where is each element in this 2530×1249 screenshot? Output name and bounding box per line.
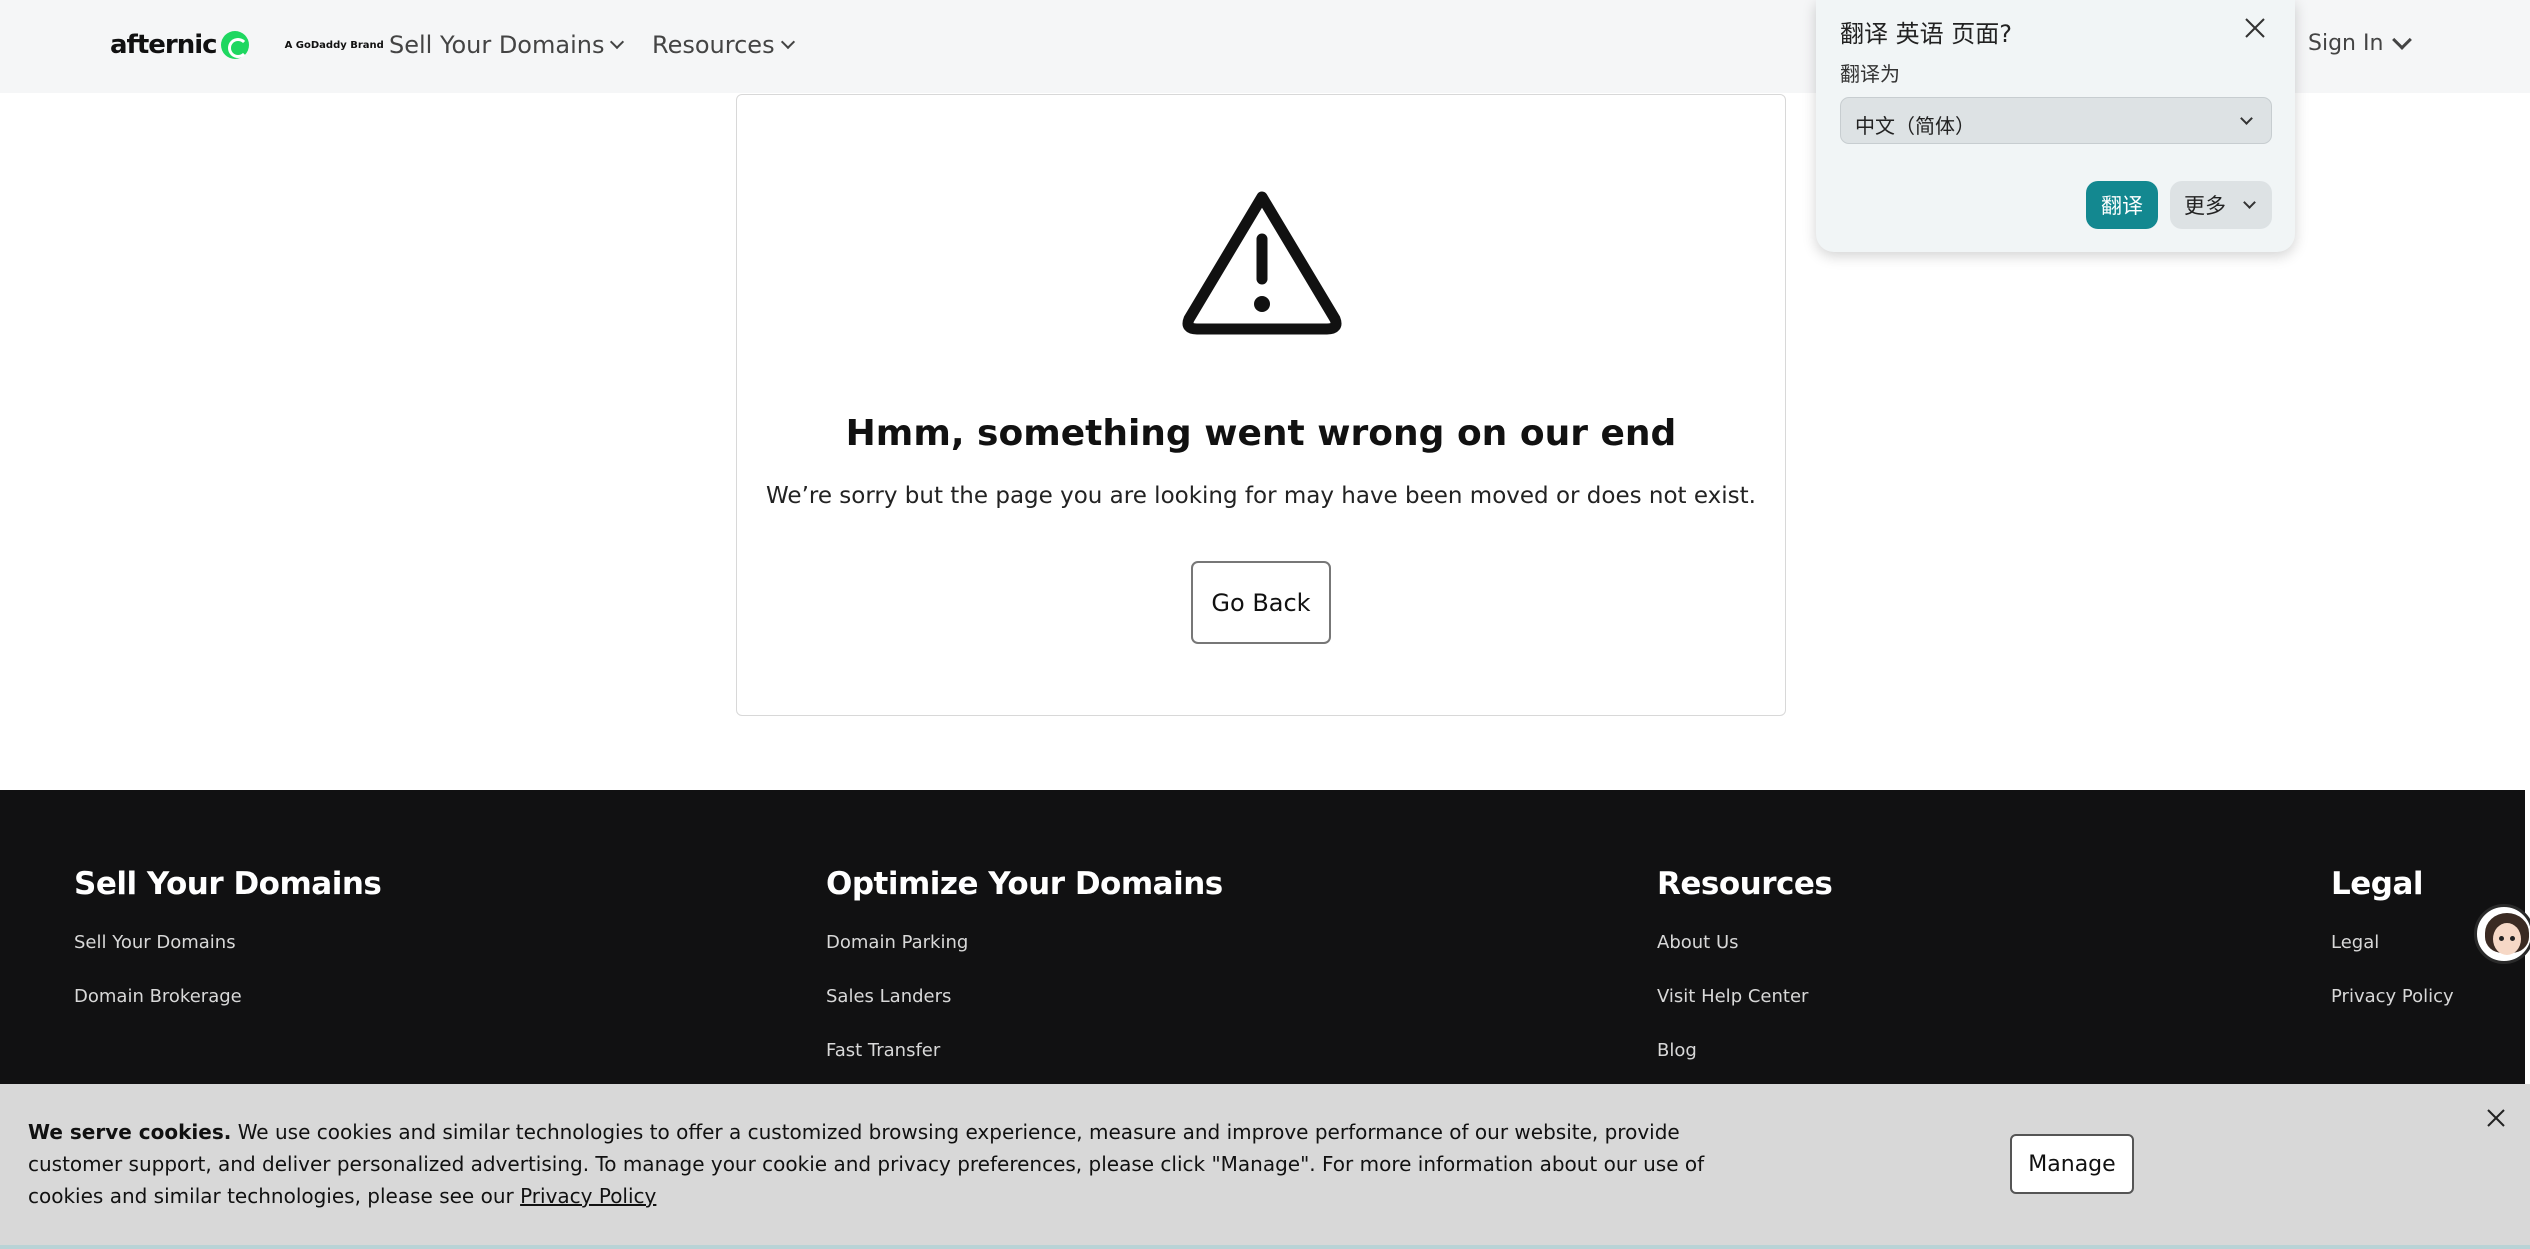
translate-to-label: 翻译为 xyxy=(1840,62,1900,86)
warning-icon xyxy=(1182,191,1342,335)
footer-link-sales-landers[interactable]: Sales Landers xyxy=(826,986,951,1007)
go-back-button[interactable]: Go Back xyxy=(1191,561,1331,644)
cookie-banner: We serve cookies. We use cookies and sim… xyxy=(0,1084,2530,1249)
selected-language: 中文（简体） xyxy=(1855,114,1975,138)
footer-link-domain-brokerage[interactable]: Domain Brokerage xyxy=(74,986,242,1007)
logo-text: afternic xyxy=(110,30,218,60)
chevron-down-icon xyxy=(610,34,625,50)
cookie-text: We serve cookies. We use cookies and sim… xyxy=(28,1116,1718,1212)
footer-link-about-us[interactable]: About Us xyxy=(1657,932,1739,953)
footer-link-privacy-policy[interactable]: Privacy Policy xyxy=(2331,986,2454,1007)
more-options-button[interactable]: 更多 xyxy=(2170,181,2272,229)
cookie-privacy-link[interactable]: Privacy Policy xyxy=(520,1184,656,1208)
nav-resources-label: Resources xyxy=(652,31,775,59)
chevron-down-icon xyxy=(780,34,795,50)
translate-button[interactable]: 翻译 xyxy=(2086,181,2158,229)
footer-link-domain-parking[interactable]: Domain Parking xyxy=(826,932,968,953)
chevron-down-icon xyxy=(2243,196,2256,209)
nav-resources[interactable]: Resources xyxy=(652,31,795,59)
footer-link-help-center[interactable]: Visit Help Center xyxy=(1657,986,1808,1007)
chevron-down-icon xyxy=(2240,112,2253,125)
footer-heading: Sell Your Domains xyxy=(74,866,382,902)
more-label: 更多 xyxy=(2184,194,2226,218)
cookie-body: We use cookies and similar technologies … xyxy=(28,1120,1705,1208)
logo-mark-icon xyxy=(220,31,249,59)
cookie-lead: We serve cookies. xyxy=(28,1120,232,1144)
error-title: Hmm, something went wrong on our end xyxy=(845,413,1677,454)
godaddy-brand-tag: A GoDaddy Brand xyxy=(284,39,384,51)
footer-heading: Resources xyxy=(1657,866,1833,902)
close-icon[interactable] xyxy=(2482,1104,2510,1132)
chat-assistant-avatar-icon[interactable] xyxy=(2474,904,2530,964)
footer-link-blog[interactable]: Blog xyxy=(1657,1040,1697,1061)
sign-in-label: Sign In xyxy=(2308,31,2384,56)
language-select[interactable]: 中文（简体） xyxy=(1840,97,2272,144)
footer-heading: Legal xyxy=(2331,866,2424,902)
footer-link-fast-transfer[interactable]: Fast Transfer xyxy=(826,1040,940,1061)
manage-cookies-button[interactable]: Manage xyxy=(2010,1134,2134,1194)
nav-sell-your-domains[interactable]: Sell Your Domains xyxy=(389,31,625,59)
afternic-logo[interactable]: afternic A GoDaddy Brand xyxy=(110,30,384,60)
error-message: We’re sorry but the page you are looking… xyxy=(766,483,1756,509)
close-icon[interactable] xyxy=(2241,14,2269,42)
error-card: Hmm, something went wrong on our end We’… xyxy=(736,94,1786,716)
chevron-down-icon xyxy=(2392,29,2413,50)
translate-popup: 翻译 英语 页面? 翻译为 中文（简体） 翻译 更多 xyxy=(1816,0,2295,252)
footer-link-sell-your-domains[interactable]: Sell Your Domains xyxy=(74,932,236,953)
footer-link-legal[interactable]: Legal xyxy=(2331,932,2379,953)
nav-sell-label: Sell Your Domains xyxy=(389,31,605,59)
site-footer: Sell Your Domains Sell Your Domains Doma… xyxy=(0,790,2525,1090)
footer-heading: Optimize Your Domains xyxy=(826,866,1223,902)
sign-in-menu[interactable]: Sign In xyxy=(2308,29,2413,56)
translate-title: 翻译 英语 页面? xyxy=(1840,20,2012,48)
